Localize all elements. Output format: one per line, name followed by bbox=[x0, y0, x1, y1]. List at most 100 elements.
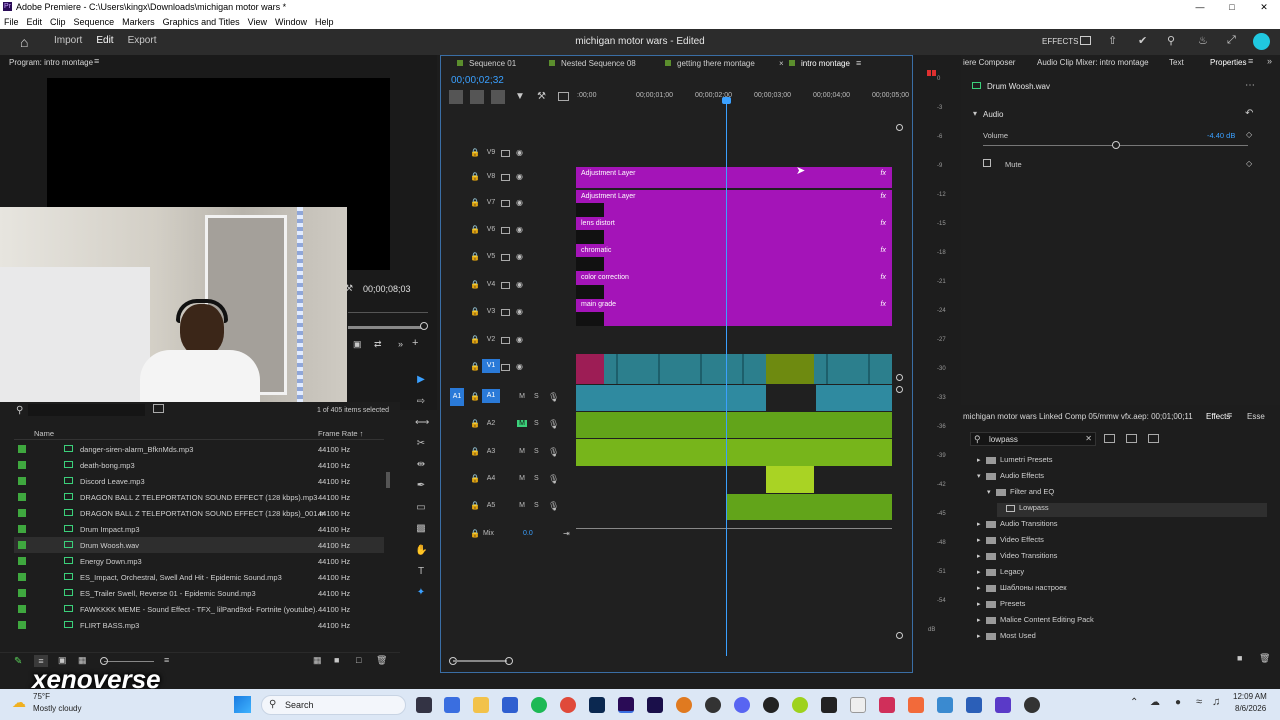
sync-lock-icon[interactable] bbox=[501, 254, 510, 261]
share-icon[interactable]: ⇧ bbox=[1108, 34, 1117, 47]
mute-track-button[interactable]: M bbox=[517, 502, 527, 509]
tray-chevron-icon[interactable]: ⌃ bbox=[1130, 697, 1138, 708]
clip-adjustment-layer-v7[interactable]: Adjustment Layer fx bbox=[576, 190, 892, 217]
weather-temp[interactable]: 75°F bbox=[33, 692, 50, 701]
tab-essential-composer[interactable]: iere Composer bbox=[963, 58, 1015, 67]
chevron-right-icon[interactable]: ▸ bbox=[977, 632, 986, 640]
sort-icon[interactable]: ≡ bbox=[164, 655, 169, 665]
audio-track-header[interactable]: 🔒 A3 M S 🎙 bbox=[448, 443, 573, 463]
label-color-swatch[interactable] bbox=[18, 541, 26, 549]
label-color-swatch[interactable] bbox=[18, 573, 26, 581]
column-name[interactable]: Name bbox=[34, 429, 54, 438]
panel-menu-icon[interactable]: ≡ bbox=[1248, 56, 1253, 66]
list-item[interactable]: ES_Trailer Swell, Reverse 01 - Epidemic … bbox=[14, 585, 384, 601]
eye-icon[interactable]: ◉ bbox=[516, 198, 523, 207]
go-to-end-icon[interactable]: ⇥ bbox=[563, 529, 570, 538]
32bit-effects-icon[interactable] bbox=[1126, 434, 1137, 443]
effects-tree-item[interactable]: ▾ Audio Effects bbox=[977, 471, 1267, 485]
playhead-handle[interactable] bbox=[722, 97, 731, 104]
green-app-icon[interactable] bbox=[792, 697, 808, 713]
video-track-header[interactable]: 🔒 V5 ◉ bbox=[448, 248, 573, 268]
pencil-icon[interactable]: ✎ bbox=[14, 656, 22, 667]
sync-lock-icon[interactable] bbox=[501, 200, 510, 207]
volume-value[interactable]: -4.40 dB bbox=[1207, 131, 1235, 140]
track-label[interactable]: V2 bbox=[482, 336, 500, 343]
effects-search-input[interactable]: ⚲ lowpass ✕ bbox=[970, 432, 1096, 446]
menu-clip[interactable]: Clip bbox=[50, 17, 66, 27]
lock-icon[interactable]: 🔒 bbox=[470, 474, 480, 483]
find-icon[interactable]: ■ bbox=[334, 655, 339, 665]
task-view-icon[interactable] bbox=[416, 697, 432, 713]
menu-help[interactable]: Help bbox=[315, 17, 334, 27]
lock-icon[interactable]: 🔒 bbox=[470, 280, 480, 289]
chevron-right-icon[interactable]: ▸ bbox=[977, 600, 986, 608]
trash-icon[interactable]: 🗑 bbox=[376, 655, 387, 666]
volume-slider-handle[interactable] bbox=[1111, 141, 1120, 149]
tab-getting-there-montage[interactable]: getting there montage bbox=[665, 59, 755, 68]
v1-red-clip[interactable] bbox=[576, 354, 604, 384]
volume-slider[interactable] bbox=[983, 141, 1248, 149]
list-item[interactable]: DRAGON BALL Z TELEPORTATION SOUND EFFECT… bbox=[14, 489, 384, 505]
label-color-swatch[interactable] bbox=[18, 461, 26, 469]
chevron-right-icon[interactable]: ▸ bbox=[977, 552, 986, 560]
more-icon[interactable]: » bbox=[398, 339, 403, 349]
video-track-header[interactable]: 🔒 V3 ◉ bbox=[448, 303, 573, 323]
eye-icon[interactable]: ◉ bbox=[516, 280, 523, 289]
lock-icon[interactable]: 🔒 bbox=[470, 172, 480, 181]
automate-icon[interactable]: ▦ bbox=[313, 655, 322, 666]
solo-track-button[interactable]: S bbox=[534, 448, 539, 455]
solo-track-button[interactable]: S bbox=[534, 393, 539, 400]
menu-graphics[interactable]: Graphics and Titles bbox=[163, 17, 240, 27]
label-color-swatch[interactable] bbox=[18, 605, 26, 613]
track-label[interactable]: V5 bbox=[482, 253, 500, 260]
effects-tree-item[interactable]: Lowpass bbox=[997, 503, 1267, 517]
mute-checkbox[interactable] bbox=[983, 159, 991, 167]
tab-sequence-01[interactable]: Sequence 01 bbox=[457, 59, 516, 68]
notifications-icon[interactable]: ♨ bbox=[1198, 34, 1208, 47]
video-track-header[interactable]: 🔒 V1 ◉ bbox=[448, 358, 573, 378]
time-ruler[interactable]: :00;00 00;00;01;00 00;00;02;00 00;00;03;00 0… bbox=[577, 86, 909, 106]
clip-lens-distort[interactable]: lens distort fx bbox=[576, 217, 892, 244]
tab-nested-sequence-08[interactable]: Nested Sequence 08 bbox=[549, 59, 636, 68]
new-bin-icon[interactable]: □ bbox=[356, 655, 361, 665]
effects-tree-item[interactable]: ▸ Most Used bbox=[977, 631, 1267, 645]
captions-icon[interactable] bbox=[558, 92, 569, 101]
eye-icon[interactable]: ◉ bbox=[516, 252, 523, 261]
video-track-header[interactable]: 🔒 V7 ◉ bbox=[448, 194, 573, 214]
chevron-right-icon[interactable]: ▸ bbox=[977, 568, 986, 576]
sync-lock-icon[interactable] bbox=[501, 150, 510, 157]
column-frame-rate[interactable]: Frame Rate ↑ bbox=[318, 429, 363, 438]
discord-icon[interactable] bbox=[734, 697, 750, 713]
chevron-down-icon[interactable]: ▾ bbox=[977, 472, 986, 480]
list-item[interactable]: DRAGON BALL Z TELEPORTATION SOUND EFFECT… bbox=[14, 505, 384, 521]
ripple-edit-tool-icon[interactable]: ⟷ bbox=[415, 417, 429, 429]
effects-tree-item[interactable]: ▸ Video Transitions bbox=[977, 551, 1267, 565]
notepad-icon[interactable] bbox=[850, 697, 866, 713]
track-label[interactable]: A4 bbox=[482, 475, 500, 482]
label-color-swatch[interactable] bbox=[18, 493, 26, 501]
microphone-icon[interactable]: 🎙 bbox=[548, 474, 559, 485]
weather-icon[interactable]: ☁ bbox=[12, 694, 26, 711]
track-label[interactable]: A5 bbox=[482, 502, 500, 509]
v1-video-clips[interactable] bbox=[576, 354, 892, 384]
list-item[interactable]: danger-siren-alarm_BfknMds.mp3 44100 Hz bbox=[14, 441, 384, 457]
label-color-swatch[interactable] bbox=[18, 445, 26, 453]
eye-icon[interactable]: ◉ bbox=[516, 225, 523, 234]
sync-lock-icon[interactable] bbox=[501, 174, 510, 181]
search-icon[interactable]: ⚲ bbox=[1167, 34, 1175, 47]
v1-nested-clip[interactable] bbox=[766, 354, 814, 384]
effects-tree-item[interactable]: ▸ Presets bbox=[977, 599, 1267, 613]
bin-icon[interactable] bbox=[153, 404, 164, 413]
keyframe-icon[interactable]: ◇ bbox=[1246, 130, 1252, 139]
eye-icon[interactable]: ◉ bbox=[516, 148, 523, 157]
chevron-down-icon[interactable]: ▾ bbox=[973, 109, 977, 118]
more-options-icon[interactable]: ⋯ bbox=[1245, 80, 1255, 91]
selection-tool-icon[interactable]: ▶ bbox=[415, 374, 427, 386]
label-color-swatch[interactable] bbox=[18, 509, 26, 517]
photoshop-icon[interactable] bbox=[589, 697, 605, 713]
timeline-hscroll[interactable] bbox=[449, 657, 513, 665]
3d-app-icon[interactable] bbox=[879, 697, 895, 713]
video-track-header[interactable]: 🔒 V6 ◉ bbox=[448, 221, 573, 241]
tab-properties[interactable]: Properties bbox=[1210, 58, 1246, 67]
a1-audio-clip[interactable] bbox=[576, 385, 766, 411]
